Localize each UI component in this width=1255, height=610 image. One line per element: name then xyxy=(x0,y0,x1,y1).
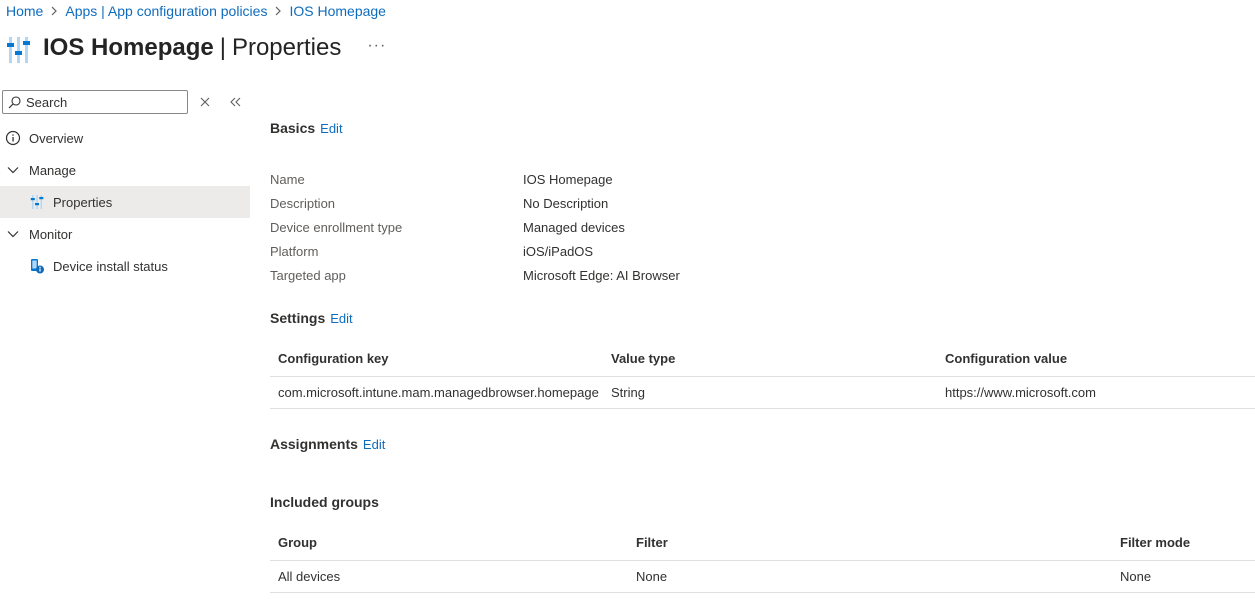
chevron-right-icon xyxy=(274,6,282,16)
table-row: com.microsoft.intune.mam.managedbrowser.… xyxy=(270,377,1255,409)
property-value: No Description xyxy=(523,195,609,211)
property-row-name: Name IOS Homepage xyxy=(270,167,970,191)
assignments-header: Assignments Edit xyxy=(270,436,385,452)
sidebar-item-properties[interactable]: Properties xyxy=(0,186,250,218)
assignments-heading: Assignments xyxy=(270,436,358,452)
column-header[interactable]: Group xyxy=(270,535,628,550)
table-cell: https://www.microsoft.com xyxy=(945,385,1096,400)
table-cell: String xyxy=(611,385,645,400)
sidebar-search-row xyxy=(0,88,250,116)
table-row: All devices None None xyxy=(270,561,1255,593)
sidebar-group-manage[interactable]: Manage xyxy=(0,154,250,186)
page-header: IOS Homepage | Properties ··· xyxy=(6,28,386,68)
page-title-separator: | xyxy=(219,34,226,61)
search-icon xyxy=(8,95,21,109)
settings-header: Settings Edit xyxy=(270,310,353,326)
settings-table: Configuration key Value type Configurati… xyxy=(270,341,1255,409)
table-header: Group Filter Filter mode xyxy=(270,525,1255,561)
sliders-icon xyxy=(28,193,46,211)
sidebar-item-device-install-status[interactable]: Device install status xyxy=(0,250,250,282)
included-groups-heading: Included groups xyxy=(270,494,379,510)
sidebar-nav: Overview Manage Properties Monitor Devic… xyxy=(0,122,250,282)
basics-header: Basics Edit xyxy=(270,120,343,136)
table-cell: com.microsoft.intune.mam.managedbrowser.… xyxy=(278,385,599,400)
basics-edit-link[interactable]: Edit xyxy=(320,121,342,136)
included-groups-header: Included groups xyxy=(270,494,379,510)
column-header[interactable]: Configuration value xyxy=(937,351,1255,366)
table-header: Configuration key Value type Configurati… xyxy=(270,341,1255,377)
property-key: Description xyxy=(270,195,336,211)
more-options-button[interactable]: ··· xyxy=(367,37,386,55)
table-cell: All devices xyxy=(278,569,341,584)
info-icon xyxy=(4,129,22,147)
chevron-down-icon xyxy=(4,161,22,179)
property-key: Targeted app xyxy=(270,267,346,283)
property-key: Name xyxy=(270,171,305,187)
collapse-sidebar-icon[interactable] xyxy=(227,93,245,111)
sidebar: Overview Manage Properties Monitor Devic… xyxy=(0,88,250,282)
breadcrumb-app-config-policies[interactable]: Apps | App configuration policies xyxy=(65,3,267,19)
chevron-right-icon xyxy=(50,6,58,16)
sidebar-group-monitor[interactable]: Monitor xyxy=(0,218,250,250)
basics-properties: Name IOS Homepage Description No Descrip… xyxy=(270,167,970,287)
sidebar-item-label: Device install status xyxy=(53,258,168,274)
breadcrumb-home[interactable]: Home xyxy=(6,3,43,19)
sidebar-item-label: Overview xyxy=(29,130,84,146)
sidebar-item-label: Properties xyxy=(53,194,113,210)
column-header[interactable]: Filter xyxy=(628,535,1112,550)
basics-heading: Basics xyxy=(270,120,316,136)
included-groups-table: Group Filter Filter mode All devices Non… xyxy=(270,525,1255,593)
property-row-description: Description No Description xyxy=(270,191,970,215)
property-row-targeted-app: Targeted app Microsoft Edge: AI Browser xyxy=(270,263,970,287)
clear-search-icon[interactable] xyxy=(196,93,214,111)
property-key: Platform xyxy=(270,243,319,259)
table-cell: None xyxy=(1120,569,1152,584)
sidebar-item-label: Manage xyxy=(29,162,76,178)
assignments-edit-link[interactable]: Edit xyxy=(363,437,385,452)
sidebar-item-label: Monitor xyxy=(29,226,73,242)
property-row-enrollment-type: Device enrollment type Managed devices xyxy=(270,215,970,239)
property-value: Managed devices xyxy=(523,219,625,235)
property-value: Microsoft Edge: AI Browser xyxy=(523,267,680,283)
sidebar-item-overview[interactable]: Overview xyxy=(0,122,250,154)
device-status-icon xyxy=(28,257,46,275)
search-box[interactable] xyxy=(2,90,188,114)
chevron-down-icon xyxy=(4,225,22,243)
search-input[interactable] xyxy=(26,94,176,110)
column-header[interactable]: Value type xyxy=(603,351,937,366)
property-key: Device enrollment type xyxy=(270,219,403,235)
property-row-platform: Platform iOS/iPadOS xyxy=(270,239,970,263)
column-header[interactable]: Filter mode xyxy=(1112,535,1255,550)
property-value: iOS/iPadOS xyxy=(523,243,594,259)
page-title: IOS Homepage | Properties xyxy=(43,34,341,62)
page-title-main: IOS Homepage xyxy=(43,34,214,61)
column-header[interactable]: Configuration key xyxy=(270,351,603,366)
breadcrumb-ios-homepage[interactable]: IOS Homepage xyxy=(289,3,386,19)
sliders-icon xyxy=(6,33,32,67)
table-cell: None xyxy=(636,569,668,584)
property-value: IOS Homepage xyxy=(523,171,613,187)
settings-edit-link[interactable]: Edit xyxy=(330,311,352,326)
breadcrumb: Home Apps | App configuration policies I… xyxy=(6,2,386,20)
page-title-sub: Properties xyxy=(231,34,342,61)
settings-heading: Settings xyxy=(270,310,326,326)
